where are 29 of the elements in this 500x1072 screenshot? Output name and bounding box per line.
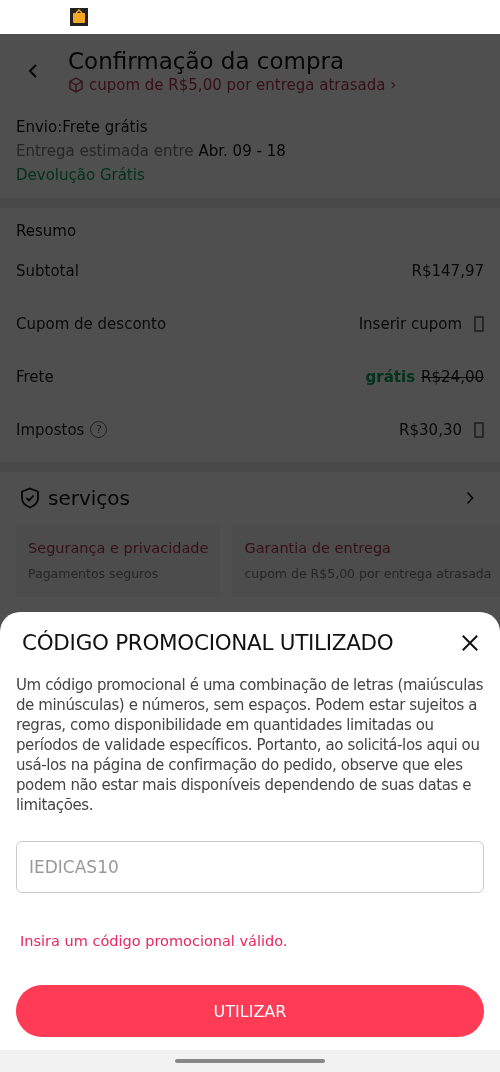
card-title: Segurança e privacidade xyxy=(28,540,209,556)
back-icon[interactable] xyxy=(28,63,38,79)
error-message: Insira um código promocional válido. xyxy=(19,933,289,949)
returns-text: Devolução Grátis xyxy=(16,166,146,184)
row-label: Frete xyxy=(16,367,54,386)
summary-title: Resumo xyxy=(16,222,78,240)
shield-icon xyxy=(20,487,40,509)
row-label: Subtotal xyxy=(16,261,79,280)
services-title: serviços xyxy=(48,486,131,510)
coupon-link[interactable]: cupom de R$5,00 por entrega atrasada › xyxy=(68,76,397,94)
shipping-title: Envio:Frete grátis xyxy=(16,118,149,136)
estimate-dates: Abr. 09 - 18 xyxy=(198,142,286,160)
page-title: Confirmação da compra xyxy=(68,48,346,74)
old-price: R$24,00 xyxy=(421,367,484,386)
apply-button[interactable]: UTILIZAR xyxy=(16,985,484,1037)
description-text: Um código promocional é uma combinação de letras (maiúsculas de minúsculas) e números, sem espaços. Podem estar sujeitos a regras, como disponibilidade em quantidades limitadas ou períodos de validade específicos. Portanto, ao solicitá-los aqui ou usá-los na página de confirmação do pedido, observe que eles podem não estar mais disponíveis dependendo de suas datas e limitações. xyxy=(16,675,484,815)
free-value: grátis xyxy=(365,367,416,386)
chevron-right-icon[interactable] xyxy=(466,491,474,505)
coupon-action[interactable]: Inserir cupom xyxy=(358,314,462,333)
row-label: Impostos xyxy=(16,420,85,439)
app-icon xyxy=(70,8,88,26)
card-title: Garantia de entrega xyxy=(244,540,392,556)
row-value: R$30,30 xyxy=(399,420,462,439)
row-value: R$147,97 xyxy=(411,261,484,280)
close-icon[interactable] xyxy=(461,633,479,652)
cube-icon xyxy=(68,77,84,93)
row-label: Cupom de desconto xyxy=(16,314,167,333)
code-input-field[interactable]: IEDICAS10 xyxy=(16,841,484,893)
sheet-title: CÓDIGO PROMOCIONAL UTILIZADO xyxy=(22,630,394,655)
